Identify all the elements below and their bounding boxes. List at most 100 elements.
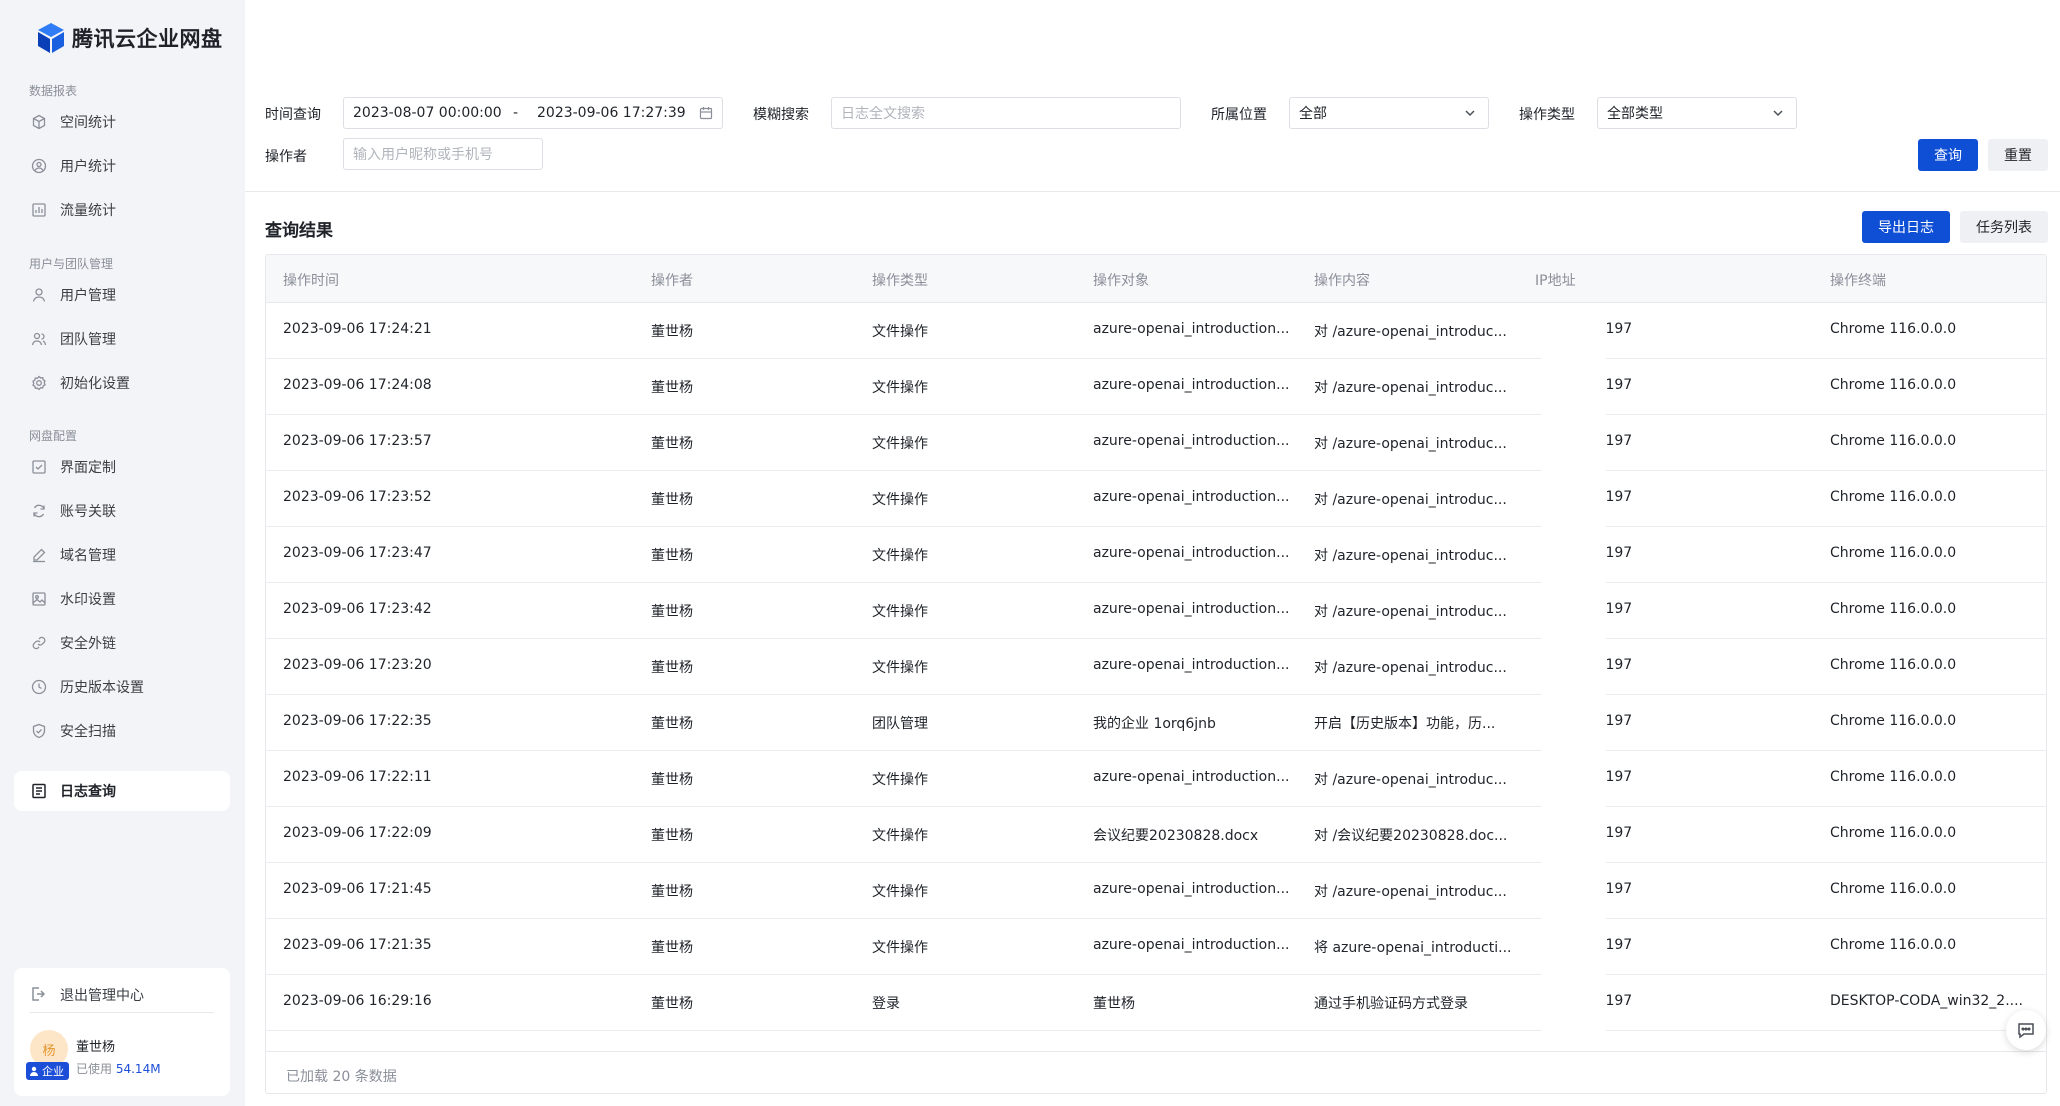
image-icon bbox=[30, 590, 48, 608]
table-cell: 2023-09-06 17:22:09 bbox=[283, 825, 432, 841]
sidebar-item[interactable]: 水印设置 bbox=[14, 579, 230, 619]
search-button[interactable]: 查询 bbox=[1918, 139, 1978, 171]
enterprise-badge: 企业 bbox=[26, 1062, 69, 1080]
checkbox-icon bbox=[30, 458, 48, 476]
table-row[interactable]: 2023-09-06 17:23:57 董世杨 文件操作 azure-openai_i… bbox=[266, 415, 2046, 471]
usage-value: 54.14M bbox=[115, 1062, 161, 1076]
sidebar-item[interactable]: 空间统计 bbox=[14, 102, 230, 142]
table-row[interactable]: 2023-09-06 17:23:42 董世杨 文件操作 azure-openai_i… bbox=[266, 583, 2046, 639]
operation-type-value: 全部类型 bbox=[1607, 106, 1663, 122]
sidebar-item-label: 用户统计 bbox=[60, 159, 116, 175]
table-cell: 董世杨 bbox=[651, 828, 693, 844]
table-row[interactable]: 2023-09-06 17:21:45 董世杨 文件操作 azure-openai_i… bbox=[266, 863, 2046, 919]
sidebar-item-label: 用户管理 bbox=[60, 288, 116, 304]
sidebar-item[interactable]: 初始化设置 bbox=[14, 363, 230, 403]
operator-label: 操作者 bbox=[265, 149, 307, 165]
sidebar-item[interactable]: 流量统计 bbox=[14, 190, 230, 230]
logout-icon bbox=[30, 986, 48, 1004]
table-row[interactable]: 2023-09-06 16:29:16 董世杨 登录 董世杨 通过手机验证码方式登录⁠.… bbox=[266, 975, 2046, 1031]
user-icon bbox=[30, 286, 48, 304]
sidebar-item[interactable]: 界面定制 bbox=[14, 447, 230, 487]
start-date-input[interactable]: 2023-08-07 00:00:00 bbox=[353, 105, 513, 121]
exit-label: 退出管理中心 bbox=[60, 988, 144, 1004]
sidebar-item-label: 空间统计 bbox=[60, 115, 116, 131]
table-cell: 2023-09-06 16:29:16 bbox=[283, 993, 432, 1009]
edit-icon bbox=[30, 546, 48, 564]
table-cell: 董世杨 bbox=[651, 660, 693, 676]
table-cell: 通过手机验证码方式登录 bbox=[1314, 996, 1468, 1012]
nav-group-title: 数据报表 bbox=[29, 84, 78, 98]
sidebar-item[interactable]: 用户管理 bbox=[14, 275, 230, 315]
exit-admin-button[interactable]: 退出管理中心 bbox=[30, 980, 144, 1010]
table-cell: 2023-09-06 17:23:47 bbox=[283, 545, 432, 561]
operator-input[interactable]: 输入用户昵称或手机号 bbox=[343, 138, 543, 170]
sidebar-item[interactable]: 团队管理 bbox=[14, 319, 230, 359]
table-row[interactable]: 2023-09-06 17:24:21 董世杨 文件操作 azure-openai_i… bbox=[266, 303, 2046, 359]
sidebar-item[interactable]: 账号关联 bbox=[14, 491, 230, 531]
table-row[interactable]: 2023-09-06 17:23:20 董世杨 文件操作 azure-openai_i… bbox=[266, 639, 2046, 695]
sidebar-item[interactable]: 安全外链 bbox=[14, 623, 230, 663]
divider bbox=[245, 191, 2060, 192]
export-log-button[interactable]: 导出日志 bbox=[1862, 211, 1950, 243]
table-cell: Chrome 116.0.0.0 bbox=[1830, 769, 1957, 785]
table-cell: 文件操作 bbox=[872, 492, 928, 508]
table-row[interactable]: 2023-09-06 17:22:35 董世杨 团队管理 我的企业 1orq6jnb 开… bbox=[266, 695, 2046, 751]
location-select[interactable]: 全部 bbox=[1289, 97, 1489, 129]
operation-type-label: 操作类型 bbox=[1519, 107, 1575, 123]
table-cell: azure-openai_introduction... bbox=[1093, 377, 1290, 393]
table-cell: 董世杨 bbox=[651, 548, 693, 564]
sidebar-item[interactable]: 历史版本设置 bbox=[14, 667, 230, 707]
table-row[interactable]: 2023-09-06 17:23:52 董世杨 文件操作 azure-openai_i… bbox=[266, 471, 2046, 527]
table-cell: 董世杨 bbox=[651, 436, 693, 452]
table-cell: 董世杨 bbox=[651, 884, 693, 900]
app-title: 腾讯云企业网盘 bbox=[72, 27, 223, 51]
results-title: 查询结果 bbox=[265, 221, 333, 241]
table-cell: 对 /azure-openai_introduc... bbox=[1314, 380, 1507, 396]
operation-type-select[interactable]: 全部类型 bbox=[1597, 97, 1797, 129]
location-value: 全部 bbox=[1299, 106, 1327, 122]
table-cell: 对 /azure-openai_introduc... bbox=[1314, 660, 1507, 676]
table-row[interactable]: 2023-09-06 17:22:09 董世杨 文件操作 会议纪要20230828.d… bbox=[266, 807, 2046, 863]
sidebar-item[interactable]: 域名管理 bbox=[14, 535, 230, 575]
table-cell: 文件操作 bbox=[872, 604, 928, 620]
table-row[interactable]: 2023-09-06 17:23:47 董世杨 文件操作 azure-openai_i… bbox=[266, 527, 2046, 583]
task-list-button[interactable]: 任务列表 bbox=[1960, 211, 2048, 243]
app-logo[interactable]: 腾讯云企业网盘 bbox=[36, 22, 223, 54]
loaded-count: 已加载 20 条数据 bbox=[286, 1069, 397, 1085]
table-cell: azure-openai_introduction... bbox=[1093, 601, 1290, 617]
log-icon bbox=[30, 782, 48, 800]
table-cell: DESKTOP-CODA_win32_2.... bbox=[1830, 993, 2024, 1009]
table-cell: 我的企业 1orq6jnb bbox=[1093, 716, 1216, 732]
sidebar-item[interactable]: 用户统计 bbox=[14, 146, 230, 186]
table-cell: 2023-09-06 17:22:35 bbox=[283, 713, 432, 729]
table-cell: 2023-09-06 17:23:57 bbox=[283, 433, 432, 449]
date-range-picker[interactable]: 2023-08-07 00:00:00 - 2023-09-06 17:27:3… bbox=[343, 97, 723, 129]
table-row[interactable]: 2023-09-06 17:21:35 董世杨 文件操作 azure-openai_i… bbox=[266, 919, 2046, 975]
fuzzy-search-placeholder: 日志全文搜索 bbox=[841, 106, 925, 122]
table-cell: 董世杨 bbox=[1093, 996, 1135, 1012]
sidebar-item-label: 域名管理 bbox=[60, 548, 116, 564]
range-separator: - bbox=[513, 105, 519, 121]
calendar-icon[interactable] bbox=[699, 106, 713, 124]
end-date-input[interactable]: 2023-09-06 17:27:39 bbox=[537, 105, 686, 121]
chat-icon bbox=[2018, 1023, 2034, 1039]
fuzzy-search-input[interactable]: 日志全文搜索 bbox=[831, 97, 1181, 129]
table-cell: 开启【历史版本】功能，历... bbox=[1314, 716, 1496, 732]
table-cell: 文件操作 bbox=[872, 660, 928, 676]
sidebar-item-log-query[interactable]: 日志查询 bbox=[14, 771, 230, 811]
sidebar-item-label: 水印设置 bbox=[60, 592, 116, 608]
table-row[interactable]: 2023-09-06 17:22:11 董世杨 文件操作 azure-openai_i… bbox=[266, 751, 2046, 807]
bar-chart-icon bbox=[30, 201, 48, 219]
table-cell: 对 /azure-openai_introduc... bbox=[1314, 772, 1507, 788]
sidebar-item[interactable]: 安全扫描 bbox=[14, 711, 230, 751]
reset-button[interactable]: 重置 bbox=[1988, 139, 2048, 171]
user-circle-icon bbox=[30, 157, 48, 175]
chat-button[interactable] bbox=[2006, 1010, 2046, 1050]
table-cell: 2023-09-06 17:23:52 bbox=[283, 489, 432, 505]
table-cell: 对 /azure-openai_introduc... bbox=[1314, 548, 1507, 564]
table-cell: 文件操作 bbox=[872, 548, 928, 564]
location-label: 所属位置 bbox=[1211, 107, 1267, 123]
table-cell: 团队管理 bbox=[872, 716, 928, 732]
table-footer: 已加载 20 条数据 bbox=[266, 1051, 2046, 1093]
table-row[interactable]: 2023-09-06 17:24:08 董世杨 文件操作 azure-openai_i… bbox=[266, 359, 2046, 415]
